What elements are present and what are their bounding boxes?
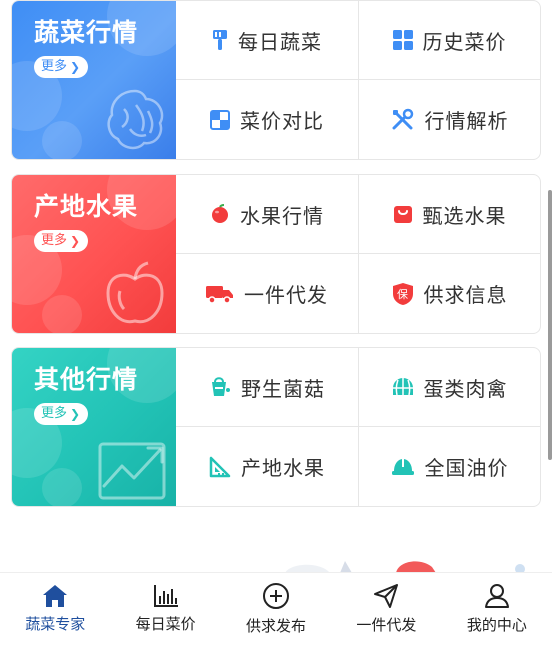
apple-icon xyxy=(212,204,228,223)
user-icon xyxy=(484,584,509,608)
item-national-oil-prices[interactable]: 全国油价 xyxy=(358,427,540,506)
set-square-icon xyxy=(209,456,231,477)
shield-icon: 保 xyxy=(392,282,413,305)
tab-vegetable-expert[interactable]: 蔬菜专家 xyxy=(0,573,110,645)
grid-icon xyxy=(392,30,413,50)
tab-my-center[interactable]: 我的中心 xyxy=(442,573,552,645)
tools-icon xyxy=(392,108,413,129)
item-eggs-poultry[interactable]: 蛋类肉禽 xyxy=(358,348,540,427)
plus-circle-icon xyxy=(263,583,290,609)
globe-icon xyxy=(392,378,413,396)
others-banner[interactable]: 其他行情 更多 ❯ xyxy=(12,348,176,506)
send-icon xyxy=(374,584,399,608)
trend-chart-icon xyxy=(98,442,166,500)
item-origin-fruits[interactable]: 产地水果 xyxy=(176,427,358,506)
vegetables-banner[interactable]: 蔬菜行情 更多 ❯ xyxy=(12,1,176,159)
cabbage-icon xyxy=(107,89,164,150)
category-title: 产地水果 xyxy=(34,192,139,221)
more-button[interactable]: 更多 ❯ xyxy=(34,55,89,78)
chevron-right-icon: ❯ xyxy=(70,233,81,248)
more-button[interactable]: 更多 ❯ xyxy=(34,229,89,252)
bag-icon xyxy=(393,206,412,223)
helmet-icon xyxy=(391,458,414,475)
paint-bucket-icon xyxy=(212,377,230,396)
tab-dropshipping[interactable]: 一件代发 xyxy=(331,573,441,645)
decorative-banner-peek xyxy=(285,561,525,573)
chevron-right-icon: ❯ xyxy=(70,406,81,421)
bottom-tab-bar: 蔬菜专家 每日菜价 供求发布 一件代发 我的中心 xyxy=(0,572,552,645)
apple-outline-icon xyxy=(106,261,164,324)
fruits-banner[interactable]: 产地水果 更多 ❯ xyxy=(12,175,176,333)
category-title: 蔬菜行情 xyxy=(34,18,139,47)
tab-daily-prices[interactable]: 每日菜价 xyxy=(110,573,220,645)
item-supply-demand[interactable]: 保 供求信息 xyxy=(358,254,540,333)
bar-chart-icon xyxy=(153,585,178,607)
item-price-compare[interactable]: 菜价对比 xyxy=(176,80,358,159)
item-daily-vegetables[interactable]: 每日蔬菜 xyxy=(176,1,358,80)
category-card-vegetables: 蔬菜行情 更多 ❯ 每日蔬菜 历史菜价 菜价对比 行情解析 xyxy=(11,0,541,160)
item-history-prices[interactable]: 历史菜价 xyxy=(358,1,540,80)
category-title: 其他行情 xyxy=(34,365,139,394)
item-dropshipping[interactable]: 一件代发 xyxy=(176,254,358,333)
truck-icon xyxy=(206,285,233,304)
item-wild-mushrooms[interactable]: 野生菌菇 xyxy=(176,348,358,427)
scrollbar-thumb[interactable] xyxy=(548,190,552,460)
compare-icon xyxy=(210,109,230,130)
svg-text:保: 保 xyxy=(397,287,409,301)
item-market-analysis[interactable]: 行情解析 xyxy=(358,80,540,159)
brush-icon xyxy=(213,30,227,50)
item-fruit-market[interactable]: 水果行情 xyxy=(176,175,358,254)
category-card-fruits: 产地水果 更多 ❯ 水果行情 甄选水果 一件代发 保 供求信息 xyxy=(11,174,541,334)
chevron-right-icon: ❯ xyxy=(70,59,81,74)
item-selected-fruits[interactable]: 甄选水果 xyxy=(358,175,540,254)
home-icon xyxy=(43,585,68,607)
tab-supply-publish[interactable]: 供求发布 xyxy=(221,573,331,645)
category-card-others: 其他行情 更多 ❯ 野生菌菇 蛋类肉禽 产地水果 全国油价 xyxy=(11,347,541,507)
more-button[interactable]: 更多 ❯ xyxy=(34,402,89,425)
